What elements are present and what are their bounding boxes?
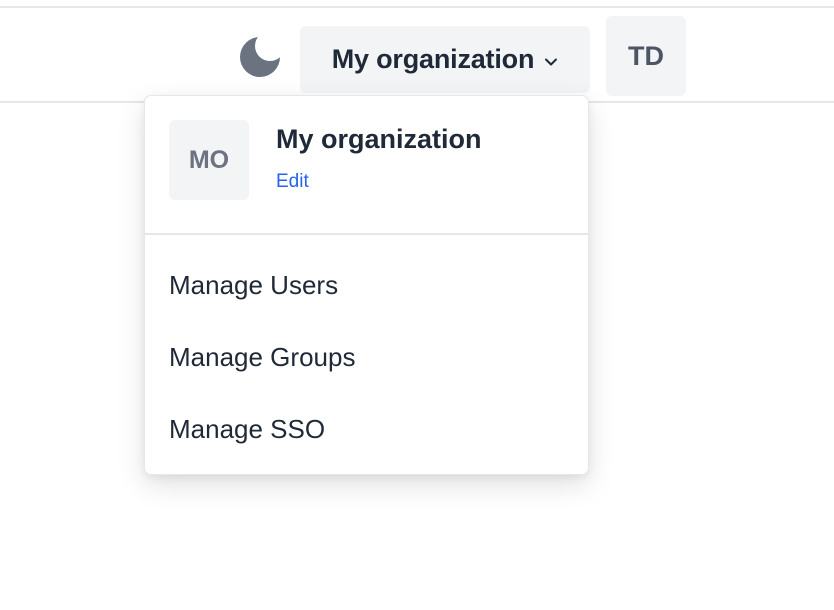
theme-toggle-button[interactable] <box>237 34 283 80</box>
menu-item-manage-groups[interactable]: Manage Groups <box>169 342 355 373</box>
org-dropdown-menu: MO My organization Edit Manage Users Man… <box>144 95 589 475</box>
user-avatar-initials: TD <box>628 40 664 71</box>
org-avatar: MO <box>169 120 249 200</box>
menu-item-manage-users[interactable]: Manage Users <box>169 270 338 301</box>
chevron-down-icon <box>544 57 558 67</box>
org-avatar-initials: MO <box>188 145 230 174</box>
menu-item-manage-sso[interactable]: Manage SSO <box>169 414 325 445</box>
top-border <box>0 6 834 8</box>
org-switcher-label: My organization <box>331 44 535 74</box>
edit-org-link[interactable]: Edit <box>276 171 309 193</box>
user-avatar[interactable]: TD <box>606 16 686 96</box>
page: My organization TD MO My organization Ed… <box>0 0 834 610</box>
dropdown-divider <box>145 233 588 235</box>
moon-icon <box>238 35 282 79</box>
org-name: My organization <box>276 124 482 154</box>
org-switcher-button[interactable]: My organization <box>300 26 590 93</box>
